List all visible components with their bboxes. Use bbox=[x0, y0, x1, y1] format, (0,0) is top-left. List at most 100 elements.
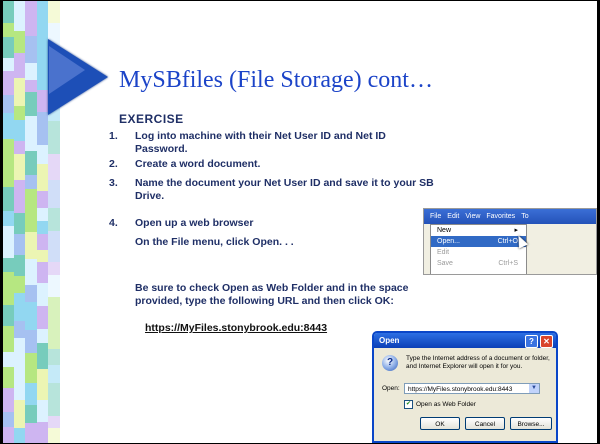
dialog-title-bar: Open ? ✕ bbox=[374, 333, 556, 348]
exercise-heading: EXERCISE bbox=[119, 112, 184, 126]
step-text-line: Name the document your Net User ID and s… bbox=[135, 177, 434, 189]
cancel-button[interactable]: Cancel bbox=[465, 417, 505, 430]
open-label: Open: bbox=[382, 385, 400, 392]
chevron-down-icon[interactable]: ▼ bbox=[529, 384, 539, 393]
step-text-line: Drive. bbox=[135, 190, 165, 202]
stripe-tile bbox=[14, 338, 25, 368]
stripe-tile bbox=[25, 302, 37, 317]
stripe-tile bbox=[48, 121, 60, 154]
stripe-tile bbox=[3, 187, 14, 211]
note-line: Be sure to check Open as Web Folder and … bbox=[135, 282, 409, 294]
stripe-tile bbox=[48, 275, 60, 297]
stripe-tile bbox=[37, 145, 48, 164]
slide-title: MySBfiles (File Storage) cont… bbox=[119, 67, 433, 93]
stripe-tile bbox=[37, 250, 48, 262]
stripe-tile bbox=[25, 232, 37, 259]
step-text-line: Open up a web browser bbox=[135, 217, 254, 229]
stripe-tile bbox=[14, 31, 25, 53]
stripe-tile bbox=[3, 37, 14, 58]
stripe-tile bbox=[3, 161, 14, 187]
menu-item-label: Save bbox=[437, 260, 453, 267]
stripe-tile bbox=[48, 1, 60, 23]
stripe-tile bbox=[25, 317, 37, 330]
open-address-input[interactable]: https://MyFiles.stonybrook.edu:8443 ▼ bbox=[404, 383, 540, 394]
stripe-tile bbox=[37, 306, 48, 329]
stripe-tile bbox=[25, 63, 37, 80]
stripe-tile bbox=[25, 175, 37, 189]
stripe-tile bbox=[48, 231, 60, 262]
ok-button[interactable]: OK bbox=[420, 417, 460, 430]
open-as-web-folder-checkbox[interactable]: ✔ Open as Web Folder bbox=[404, 400, 476, 409]
question-icon: ? bbox=[382, 355, 398, 371]
step-number: 1. bbox=[109, 130, 118, 142]
stripe-tile bbox=[25, 405, 37, 423]
menu-item-new[interactable]: New ▸ bbox=[431, 225, 526, 236]
dialog-message: Type the Internet address of a document … bbox=[406, 355, 550, 370]
stripe-tile bbox=[25, 189, 37, 220]
stripe-tile bbox=[48, 323, 60, 349]
stripe-tile bbox=[3, 367, 14, 388]
checkbox-check-icon[interactable]: ✔ bbox=[404, 400, 413, 409]
stripe-tile bbox=[25, 353, 37, 383]
stripe-tile bbox=[14, 78, 25, 106]
stripe-tile bbox=[3, 226, 14, 258]
stripe-tile bbox=[25, 36, 37, 63]
stripe-tile bbox=[3, 352, 14, 367]
stripe-tile bbox=[14, 255, 25, 276]
myfiles-url-link[interactable]: https://MyFiles.stonybrook.edu:8443 bbox=[145, 322, 327, 334]
menu-edit[interactable]: Edit bbox=[447, 213, 459, 220]
stripe-tile bbox=[25, 151, 37, 175]
stripe-tile bbox=[14, 154, 25, 180]
menu-item-edit: Edit bbox=[431, 247, 526, 258]
stripe-tile bbox=[25, 1, 37, 20]
stripe-tile bbox=[14, 106, 25, 120]
stripe-tile bbox=[25, 383, 37, 405]
stripe-tile bbox=[37, 283, 48, 306]
stripe-tile bbox=[3, 305, 14, 326]
close-icon[interactable]: ✕ bbox=[540, 335, 553, 348]
stripe-tile bbox=[3, 412, 14, 427]
stripe-tile bbox=[14, 1, 25, 14]
stripe-tile bbox=[14, 368, 25, 400]
stripe-tile bbox=[3, 258, 14, 272]
stripe-tile bbox=[37, 234, 48, 250]
stripe-tile bbox=[37, 221, 48, 234]
stripe-tile bbox=[37, 343, 48, 369]
stripe-tile bbox=[3, 23, 14, 37]
browse-button[interactable]: Browse... bbox=[510, 417, 552, 430]
stripe-tile bbox=[37, 400, 48, 422]
stripe-tile bbox=[3, 71, 14, 95]
menu-view[interactable]: View bbox=[465, 213, 480, 220]
step-text-line: Log into machine with their Net User ID … bbox=[135, 130, 386, 142]
menu-item-label: Edit bbox=[437, 249, 450, 256]
stripe-tile bbox=[48, 208, 60, 231]
menu-favorites[interactable]: Favorites bbox=[486, 213, 515, 220]
checkbox-label: Open as Web Folder bbox=[416, 401, 476, 409]
step-text-line: Password. bbox=[135, 143, 188, 155]
stripe-tile bbox=[48, 297, 60, 323]
help-icon[interactable]: ? bbox=[525, 335, 538, 348]
stripe-tile bbox=[25, 116, 37, 129]
stripe-tile bbox=[25, 436, 37, 443]
open-dialog: Open ? ✕ ? Type the Internet address of … bbox=[372, 331, 558, 443]
stripe-tile bbox=[37, 1, 48, 30]
stripe-tile bbox=[14, 14, 25, 31]
stripe-tile bbox=[25, 423, 37, 436]
stripe-tile bbox=[3, 1, 14, 23]
menu-file[interactable]: File bbox=[430, 213, 441, 220]
stripe-tile bbox=[37, 70, 48, 90]
stripe-tile bbox=[37, 191, 48, 208]
stripe-tile bbox=[3, 326, 14, 352]
step-text-line: On the File menu, click Open. . . bbox=[135, 236, 294, 248]
arrow-highlight bbox=[49, 46, 85, 94]
stripe-tile bbox=[48, 416, 60, 428]
open-address-value: https://MyFiles.stonybrook.edu:8443 bbox=[408, 386, 513, 393]
stripe-tile bbox=[48, 154, 60, 180]
stripe-tile bbox=[37, 369, 48, 400]
menu-item-open[interactable]: Open... Ctrl+O bbox=[431, 236, 526, 247]
instruction-note: Be sure to check Open as Web Folder and … bbox=[135, 282, 408, 308]
menu-tools[interactable]: To bbox=[521, 213, 528, 220]
stripe-tile bbox=[3, 113, 14, 139]
stripe-tile bbox=[37, 422, 48, 443]
stripe-tile bbox=[14, 141, 25, 154]
